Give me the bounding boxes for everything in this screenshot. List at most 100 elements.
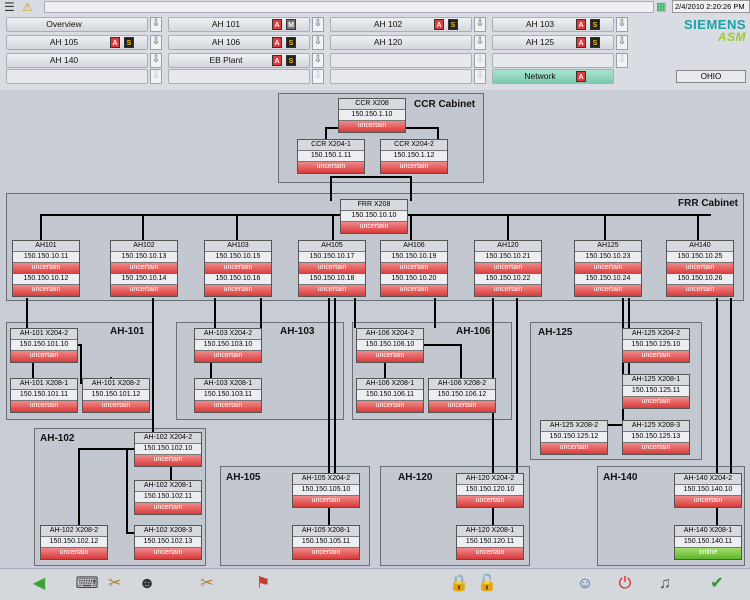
power-icon[interactable]: ⏻ bbox=[612, 572, 638, 596]
alarm-warning-icon[interactable]: ⚠ bbox=[22, 0, 38, 14]
lock-icon[interactable]: 🔒 bbox=[446, 572, 472, 596]
nav-down-arrow-icon[interactable]: ⇩ bbox=[150, 35, 162, 50]
device-ccr-x204-2[interactable]: CCR X204-2 150.150.1.12 uncertain bbox=[380, 139, 448, 174]
device-ah125-x208-3[interactable]: AH-125 X208-3 150.150.125.13 uncertain bbox=[622, 420, 690, 455]
nav-button-empty-10[interactable] bbox=[330, 53, 472, 68]
device-frr-x208[interactable]: FRR X208 150.150.10.10 uncertain bbox=[340, 199, 408, 234]
device-ah103-x208-1[interactable]: AH-103 X208-1 150.150.103.11 uncertain bbox=[194, 378, 262, 413]
alarm-a-icon[interactable]: A bbox=[272, 55, 282, 66]
device-ah125-x208-1[interactable]: AH-125 X208-1 150.150.125.11 uncertain bbox=[622, 374, 690, 409]
device-ip: 150.150.10.13 bbox=[111, 252, 177, 263]
nav-down-arrow-icon[interactable]: ⇩ bbox=[616, 53, 628, 68]
device-ah106-x208-2[interactable]: AH-106 X208-2 150.150.106.12 uncertain bbox=[428, 378, 496, 413]
device-ah120-x204-2[interactable]: AH-120 X204-2 150.150.120.10 uncertain bbox=[456, 473, 524, 508]
device-name: AH-102 X208-2 bbox=[41, 526, 107, 537]
user-login-icon[interactable]: ☺ bbox=[572, 572, 598, 596]
device-ah106-x204-2[interactable]: AH-106 X204-2 150.150.106.10 uncertain bbox=[356, 328, 424, 363]
alarm-a-icon[interactable]: A bbox=[576, 71, 586, 82]
device-ah140-x204-2[interactable]: AH-140 X204-2 150.150.140.10 uncertain bbox=[674, 473, 742, 508]
device-status: uncertain bbox=[111, 263, 177, 274]
device-status: uncertain bbox=[205, 285, 271, 296]
device-ah105-x208-1[interactable]: AH-105 X208-1 150.150.105.11 uncertain bbox=[292, 525, 360, 560]
status-s-icon[interactable]: S bbox=[286, 37, 296, 48]
menu-icon[interactable]: ☰ bbox=[4, 1, 20, 14]
device-ah102-x204-2[interactable]: AH-102 X204-2 150.150.102.10 uncertain bbox=[134, 432, 202, 467]
keyboard-icon[interactable]: ⌨ bbox=[74, 572, 100, 596]
tools-icon[interactable]: ✂ bbox=[102, 572, 128, 596]
back-arrow-icon[interactable]: ◀ bbox=[26, 572, 52, 596]
users-icon[interactable]: ☻ bbox=[134, 572, 160, 596]
nav-down-arrow-icon[interactable]: ⇩ bbox=[312, 17, 324, 32]
ccr-cabinet-title: CCR Cabinet bbox=[414, 99, 476, 110]
nav-down-arrow-icon[interactable]: ⇩ bbox=[312, 35, 324, 50]
nav-down-arrow-icon[interactable]: ⇩ bbox=[150, 69, 162, 84]
device-ah102-x208-2[interactable]: AH-102 X208-2 150.150.102.12 uncertain bbox=[40, 525, 108, 560]
device-ah120[interactable]: AH120 150.150.10.21 uncertain 150.150.10.22… bbox=[474, 240, 542, 297]
status-s-icon[interactable]: S bbox=[124, 37, 134, 48]
alarm-a-icon[interactable]: A bbox=[110, 37, 120, 48]
status-s-icon[interactable]: M bbox=[286, 19, 296, 30]
nav-down-arrow-icon[interactable]: ⇩ bbox=[312, 69, 324, 84]
alarm-a-icon[interactable]: A bbox=[434, 19, 444, 30]
device-ip: 150.150.140.11 bbox=[675, 537, 741, 548]
device-ah140-x208-1[interactable]: AH-140 X208-1 150.150.140.11 online bbox=[674, 525, 742, 560]
device-ah125[interactable]: AH125 150.150.10.23 uncertain 150.150.10.24… bbox=[574, 240, 642, 297]
nav-button-empty-13[interactable] bbox=[168, 69, 310, 84]
nav-button-empty-11[interactable] bbox=[492, 53, 614, 68]
device-ah101-x208-1[interactable]: AH-101 X208-1 150.150.101.11 uncertain bbox=[10, 378, 78, 413]
nav-down-arrow-icon[interactable]: ⇩ bbox=[150, 53, 162, 68]
nav-button-overview[interactable]: Overview bbox=[6, 17, 148, 32]
device-status: uncertain bbox=[195, 401, 261, 412]
device-ah101-x204-2[interactable]: AH-101 X204-2 150.150.101.10 uncertain bbox=[10, 328, 78, 363]
device-ah106[interactable]: AH106 150.150.10.19 uncertain 150.150.10.20… bbox=[380, 240, 448, 297]
nav-down-arrow-icon[interactable]: ⇩ bbox=[312, 53, 324, 68]
acknowledge-icon[interactable]: ✔ bbox=[704, 572, 730, 596]
nav-button-ah-120[interactable]: AH 120 bbox=[330, 35, 472, 50]
sound-icon[interactable]: ♫ bbox=[652, 572, 678, 596]
device-ah103[interactable]: AH103 150.150.10.15 uncertain 150.150.10.16… bbox=[204, 240, 272, 297]
nav-down-arrow-icon[interactable]: ⇩ bbox=[474, 17, 486, 32]
status-s-icon[interactable]: S bbox=[590, 37, 600, 48]
device-status: uncertain bbox=[623, 397, 689, 408]
device-ah125-x208-2[interactable]: AH-125 X208-2 150.150.125.12 uncertain bbox=[540, 420, 608, 455]
nav-button-network[interactable]: Network bbox=[492, 69, 614, 84]
device-ah140[interactable]: AH140 150.150.10.25 uncertain 150.150.10.26… bbox=[666, 240, 734, 297]
status-s-icon[interactable]: S bbox=[286, 55, 296, 66]
calendar-icon[interactable]: ▦ bbox=[656, 0, 670, 14]
device-ah102-x208-1[interactable]: AH-102 X208-1 150.150.102.11 uncertain bbox=[134, 480, 202, 515]
ah102-cabinet-title: AH-102 bbox=[40, 433, 75, 444]
alarm-a-icon[interactable]: A bbox=[576, 19, 586, 30]
device-ah102[interactable]: AH102 150.150.10.13 uncertain 150.150.10.14… bbox=[110, 240, 178, 297]
device-ccr-x204-1[interactable]: CCR X204-1 150.150.1.11 uncertain bbox=[297, 139, 365, 174]
nav-down-arrow-icon[interactable]: ⇩ bbox=[474, 69, 486, 84]
nav-down-arrow-icon[interactable]: ⇩ bbox=[474, 53, 486, 68]
settings-tools-icon[interactable]: ✂ bbox=[194, 572, 220, 596]
nav-button-empty-12[interactable] bbox=[6, 69, 148, 84]
alarm-a-icon[interactable]: A bbox=[576, 37, 586, 48]
device-status: uncertain bbox=[575, 263, 641, 274]
nav-down-arrow-icon[interactable]: ⇩ bbox=[616, 35, 628, 50]
nav-down-arrow-icon[interactable]: ⇩ bbox=[474, 35, 486, 50]
device-ccr-x208[interactable]: CCR X208 150.150.1.10 uncertain bbox=[338, 98, 406, 133]
flag-icon[interactable]: ⚑ bbox=[250, 572, 276, 596]
device-ah103-x204-2[interactable]: AH-103 X204-2 150.150.103.10 uncertain bbox=[194, 328, 262, 363]
alarm-a-icon[interactable]: A bbox=[272, 37, 282, 48]
device-ah102-x208-3[interactable]: AH-102 X208-3 150.150.102.13 uncertain bbox=[134, 525, 202, 560]
device-ah101-x208-2[interactable]: AH-101 X208-2 150.150.101.12 uncertain bbox=[82, 378, 150, 413]
nav-down-arrow-icon[interactable]: ⇩ bbox=[150, 17, 162, 32]
status-s-icon[interactable]: S bbox=[590, 19, 600, 30]
device-ah105[interactable]: AH105 150.150.10.17 uncertain 150.150.10.18… bbox=[298, 240, 366, 297]
status-s-icon[interactable]: S bbox=[448, 19, 458, 30]
device-name: FRR X208 bbox=[341, 200, 407, 211]
device-ah105-x204-2[interactable]: AH-105 X204-2 150.150.105.10 uncertain bbox=[292, 473, 360, 508]
device-ah106-x208-1[interactable]: AH-106 X208-1 150.150.106.11 uncertain bbox=[356, 378, 424, 413]
device-name: AH-106 X204-2 bbox=[357, 329, 423, 340]
nav-button-empty-14[interactable] bbox=[330, 69, 472, 84]
device-ah101[interactable]: AH101 150.150.10.11 uncertain 150.150.10.12… bbox=[12, 240, 80, 297]
alarm-a-icon[interactable]: A bbox=[272, 19, 282, 30]
unlock-icon[interactable]: 🔓 bbox=[474, 572, 500, 596]
device-ah120-x208-1[interactable]: AH-120 X208-1 150.150.120.11 uncertain bbox=[456, 525, 524, 560]
device-ah125-x204-2[interactable]: AH-125 X204-2 150.150.125.10 uncertain bbox=[622, 328, 690, 363]
nav-down-arrow-icon[interactable]: ⇩ bbox=[616, 17, 628, 32]
nav-button-ah-140[interactable]: AH 140 bbox=[6, 53, 148, 68]
